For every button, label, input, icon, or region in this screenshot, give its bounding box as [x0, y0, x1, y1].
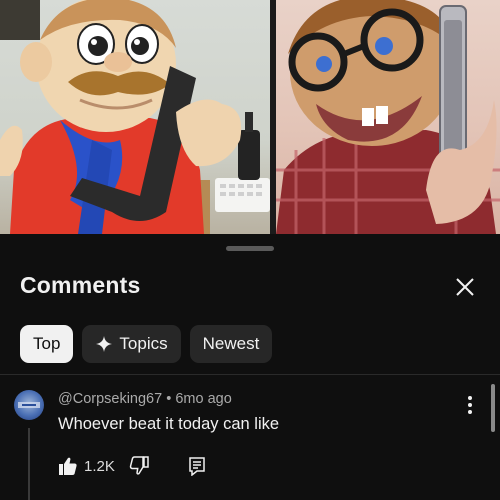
avatar[interactable]: [14, 390, 44, 420]
thumb-down-icon: [129, 456, 149, 475]
close-button[interactable]: [450, 272, 480, 302]
comment-actions: 1.2K: [58, 452, 207, 480]
comments-sheet: Comments Top Topics Newest @Corpseking67…: [0, 234, 500, 500]
filter-newest-label: Newest: [202, 334, 260, 353]
sheet-title: Comments: [20, 272, 141, 298]
comment-age: 6mo ago: [175, 391, 232, 407]
dislike-button[interactable]: [129, 456, 149, 476]
thumb-up-icon: [59, 457, 77, 475]
reply-comment-icon: [189, 457, 205, 476]
comment-menu-button[interactable]: [462, 392, 478, 418]
more-vert-icon: [468, 396, 472, 414]
like-count: 1.2K: [84, 457, 115, 475]
drag-handle[interactable]: [226, 246, 274, 251]
comment-item: @Corpseking67 • 6mo ago Whoever beat it …: [0, 384, 500, 500]
like-button[interactable]: 1.2K: [58, 456, 115, 476]
puppet-left-illustration: [0, 0, 270, 234]
video-right-pane: [276, 0, 500, 234]
filter-top-label: Top: [33, 334, 61, 353]
video-player[interactable]: [0, 0, 500, 234]
comment-filter-chips: Top Topics Newest: [20, 325, 273, 363]
section-divider: [0, 374, 500, 375]
avatar-image: [18, 402, 40, 408]
sparkle-icon: [96, 336, 113, 352]
filter-newest-chip[interactable]: Newest: [189, 325, 273, 363]
scrollbar[interactable]: [491, 384, 495, 432]
reply-button[interactable]: [187, 456, 207, 476]
meta-separator: •: [166, 391, 176, 407]
reply-thread-line: [28, 428, 30, 500]
close-icon: [456, 278, 474, 296]
comment-meta: @Corpseking67 • 6mo ago: [58, 391, 232, 407]
filter-top-chip[interactable]: Top: [20, 325, 74, 363]
filter-topics-chip[interactable]: Topics: [82, 325, 181, 363]
puppet-right-illustration: [276, 0, 500, 234]
comment-text: Whoever beat it today can like: [58, 415, 280, 433]
comment-author[interactable]: @Corpseking67: [58, 391, 162, 407]
video-left-pane: [0, 0, 270, 234]
filter-topics-label: Topics: [119, 334, 168, 353]
